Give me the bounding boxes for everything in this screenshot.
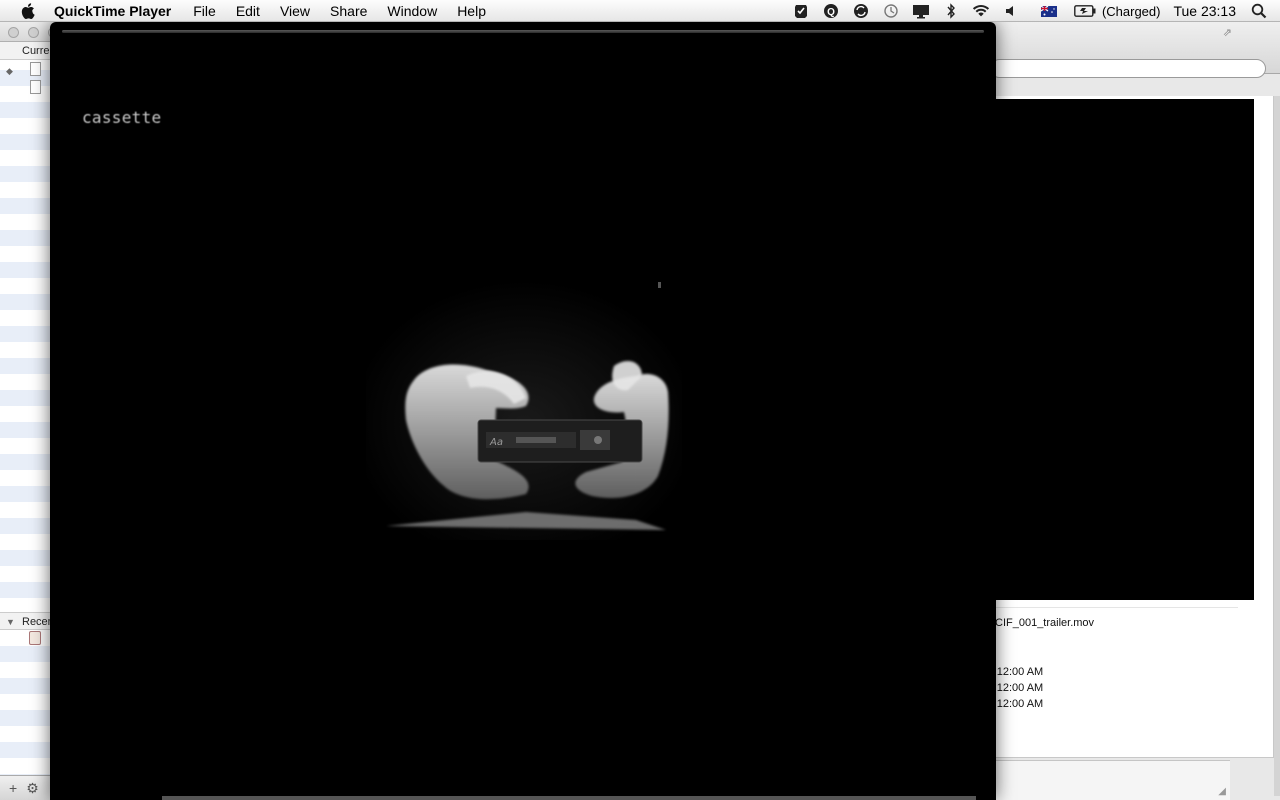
- window-edge: [1274, 96, 1280, 796]
- video-caption-text: cassette: [82, 108, 162, 127]
- menu-edit[interactable]: Edit: [226, 0, 270, 22]
- menu-help[interactable]: Help: [447, 0, 496, 22]
- resize-arrows-icon[interactable]: ⇗: [1223, 26, 1232, 39]
- sidebar-section-current-label: Curre: [22, 45, 50, 57]
- date-created: ) 12:00 AM: [990, 666, 1043, 678]
- display-icon[interactable]: [912, 2, 930, 20]
- australia-flag-icon[interactable]: [1040, 2, 1058, 20]
- menu-file[interactable]: File: [183, 0, 226, 22]
- disclosure-triangle-icon[interactable]: ▼: [6, 613, 15, 631]
- document-icon[interactable]: [30, 62, 41, 76]
- quicktime-player-window[interactable]: cassette Aa: [50, 22, 996, 800]
- wifi-icon[interactable]: [972, 2, 990, 20]
- search-field[interactable]: [990, 59, 1266, 78]
- time-machine-icon[interactable]: [882, 2, 900, 20]
- menu-bar: QuickTime Player File Edit View Share Wi…: [0, 0, 1280, 22]
- date-modified: ) 12:00 AM: [990, 682, 1043, 694]
- player-scroll-indicator[interactable]: [162, 796, 976, 800]
- menu-app-name[interactable]: QuickTime Player: [54, 0, 183, 22]
- preview-divider: [990, 607, 1238, 608]
- date-modified-value: 12:00 AM: [996, 682, 1044, 694]
- document-icon[interactable]: [30, 80, 41, 94]
- q-icon[interactable]: Q: [822, 2, 840, 20]
- menu-window[interactable]: Window: [377, 0, 447, 22]
- preview-panel: CIF_001_trailer.mov ) 12:00 AM ) 12:00 A…: [990, 96, 1274, 758]
- date-opened: ) 12:00 AM: [990, 698, 1043, 710]
- add-icon[interactable]: +: [9, 780, 17, 796]
- svg-text:Q: Q: [827, 7, 835, 18]
- volume-icon[interactable]: [1002, 2, 1020, 20]
- clock-text[interactable]: Tue 23:13: [1173, 3, 1236, 19]
- svg-text:Aa: Aa: [489, 437, 503, 448]
- inspector-titlebar: ⇗: [990, 22, 1280, 78]
- player-titlebar-line: [62, 30, 984, 33]
- spotlight-search-icon[interactable]: [1250, 2, 1268, 20]
- checkmark-shield-icon[interactable]: [792, 2, 810, 20]
- inspector-window: ⇗ CIF_001_trailer.mov ) 12:00 AM ) 12:00…: [990, 22, 1280, 800]
- apple-menu-icon[interactable]: [21, 2, 35, 19]
- sync-icon[interactable]: [852, 2, 870, 20]
- preview-filename: CIF_001_trailer.mov: [995, 617, 1095, 629]
- resize-grip-icon[interactable]: ◢: [1218, 786, 1226, 797]
- recent-file-icon[interactable]: [29, 631, 41, 645]
- date-opened-value: 12:00 AM: [996, 698, 1044, 710]
- video-preview[interactable]: [990, 99, 1254, 600]
- menu-share[interactable]: Share: [320, 0, 377, 22]
- status-menus: Q (Charged) Tue 23:13: [786, 0, 1280, 22]
- battery-icon[interactable]: [1074, 2, 1096, 20]
- gear-icon[interactable]: ⚙: [26, 780, 39, 797]
- battery-status-text[interactable]: (Charged): [1102, 4, 1161, 19]
- disclosure-bullet-icon[interactable]: ◆: [6, 66, 13, 77]
- video-frame-hands-holding-cassette: Aa: [366, 280, 682, 540]
- minimize-window-button[interactable]: [28, 27, 39, 38]
- close-window-button[interactable]: [8, 27, 19, 38]
- inspector-bottom-bar: ◢: [990, 760, 1230, 800]
- menu-view[interactable]: View: [270, 0, 320, 22]
- date-created-value: 12:00 AM: [996, 666, 1044, 678]
- bluetooth-icon[interactable]: [942, 2, 960, 20]
